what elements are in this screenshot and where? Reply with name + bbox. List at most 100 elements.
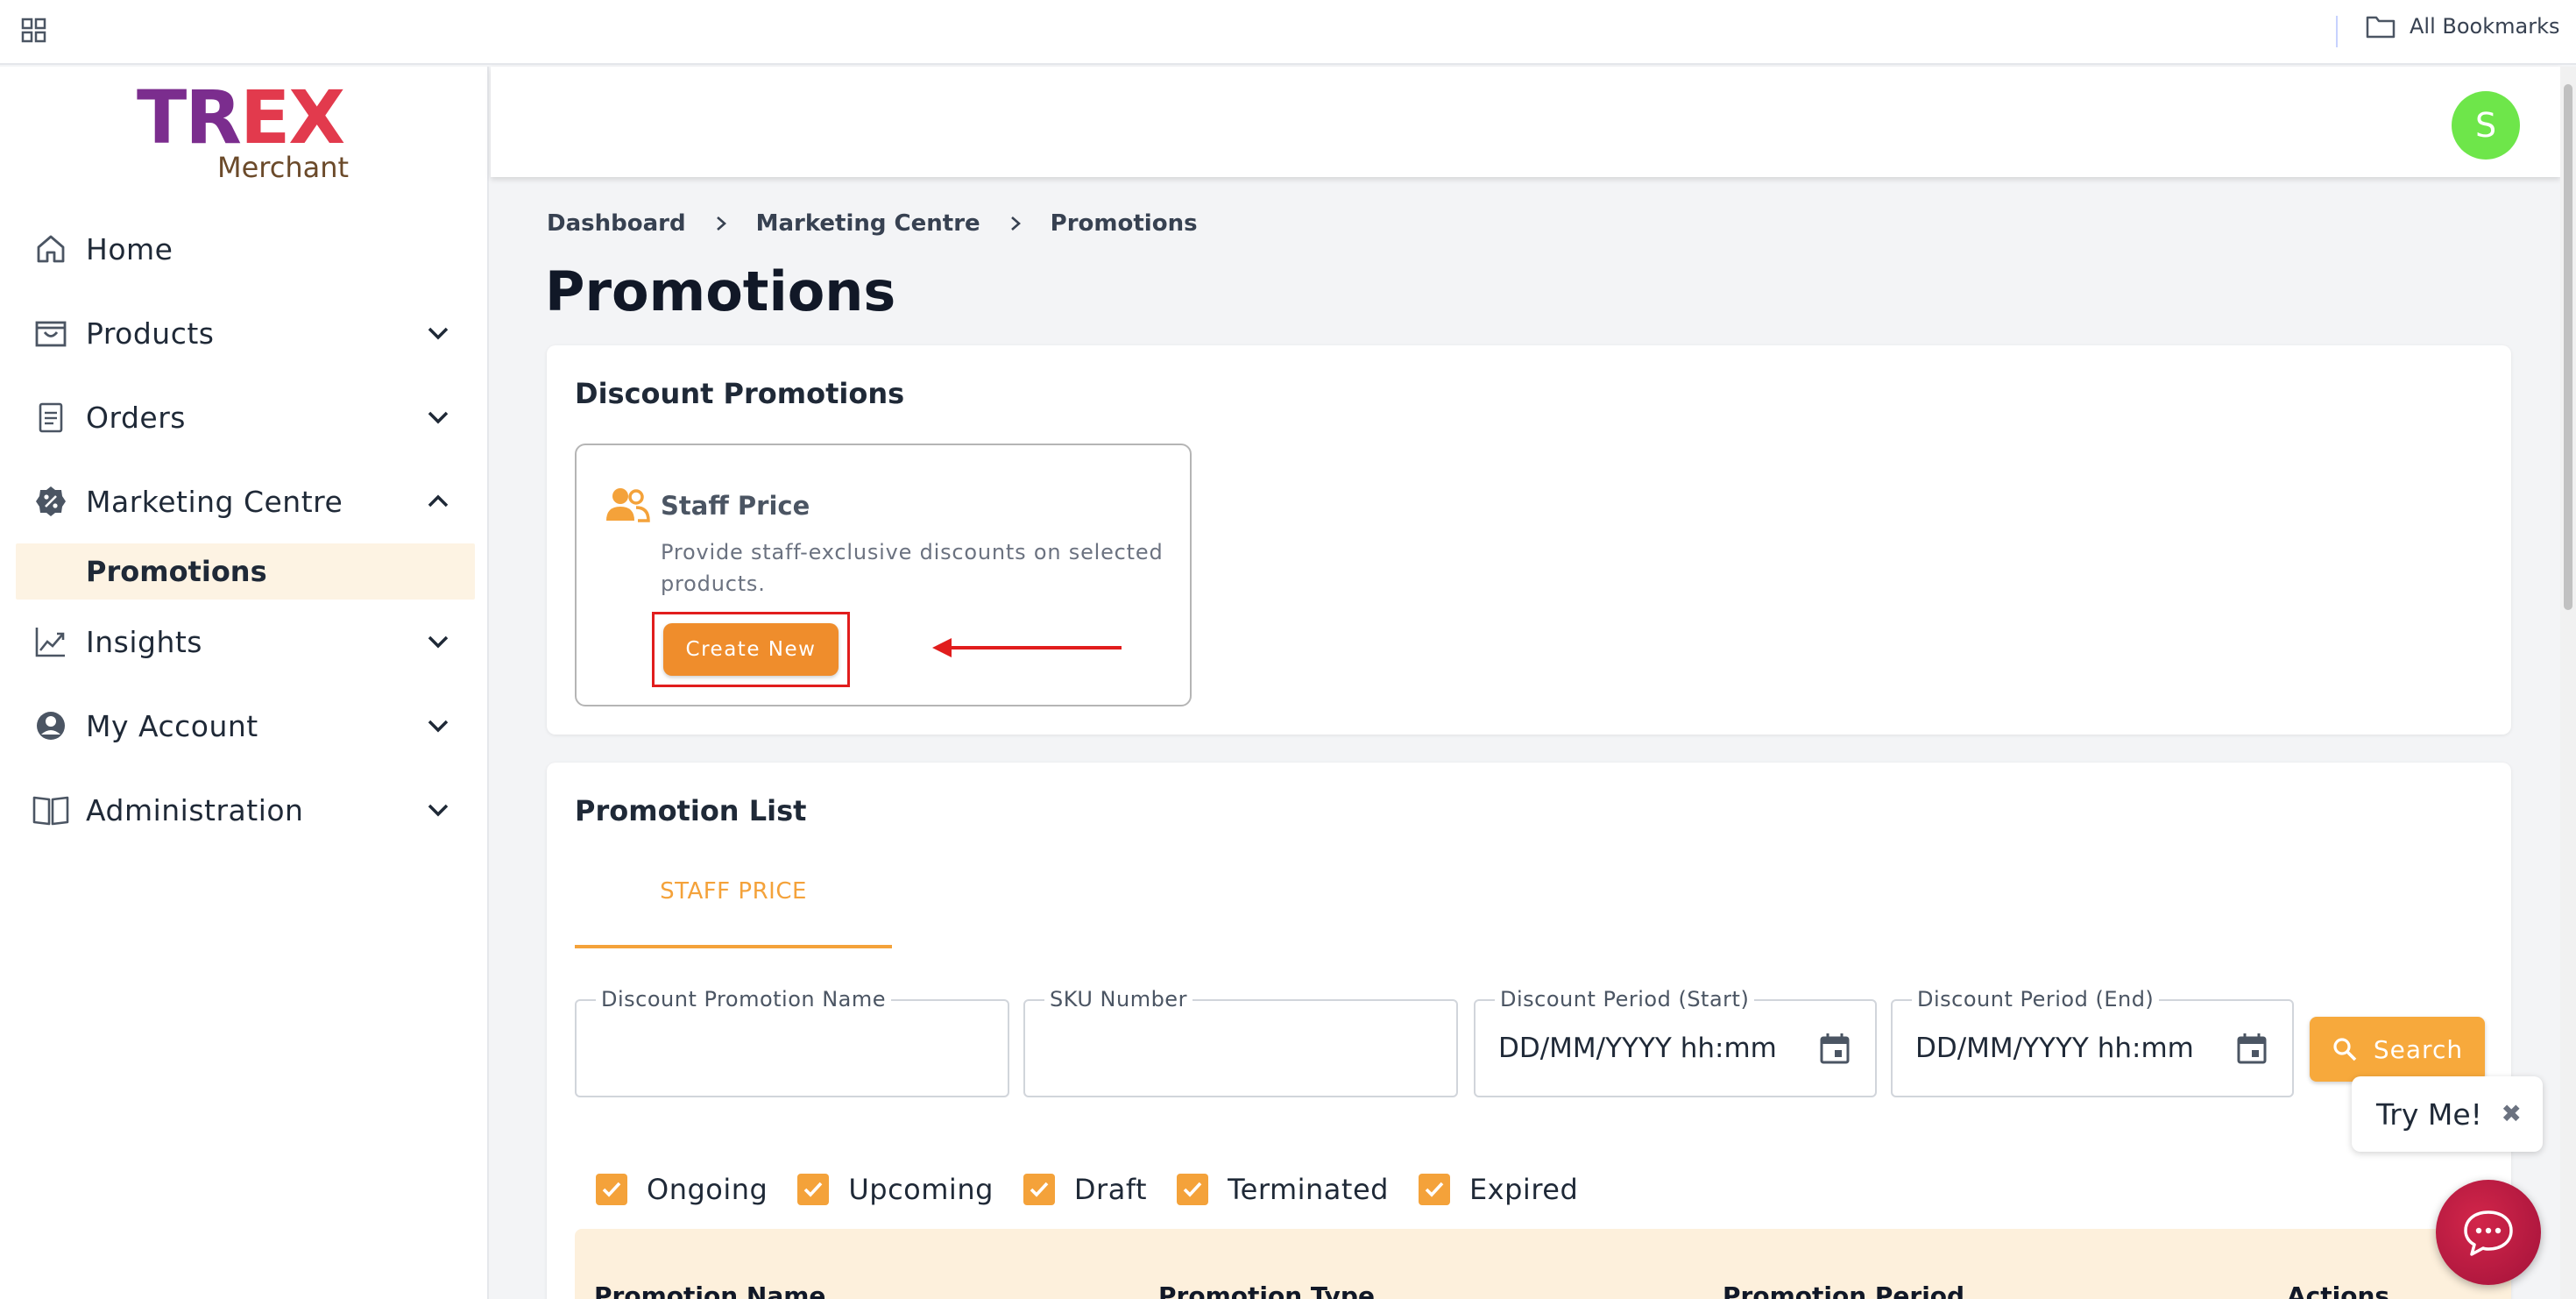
sidebar-subitem-promotions[interactable]: Promotions — [16, 543, 475, 600]
sidebar-item-insights[interactable]: Insights — [0, 600, 489, 684]
create-new-button[interactable]: Create New — [663, 623, 839, 676]
promotion-list-card: Promotion List STAFF PRICE Discount Prom… — [547, 763, 2511, 1299]
tab-staff-price[interactable]: STAFF PRICE — [575, 878, 892, 948]
page-title: Promotions — [545, 259, 896, 323]
people-icon — [606, 488, 650, 522]
checkbox-checked-icon[interactable] — [1177, 1174, 1209, 1205]
sidebar: TREX Merchant Home Products Orders Marke… — [0, 67, 489, 1299]
sidebar-item-label: Products — [86, 316, 215, 351]
sidebar-item-label: Orders — [86, 400, 186, 435]
chat-button[interactable] — [2436, 1180, 2541, 1285]
sku-number-input[interactable]: SKU Number — [1023, 987, 1458, 1097]
account-circle-icon — [32, 706, 70, 745]
shopping-bag-icon — [32, 314, 70, 352]
checkbox-label: Expired — [1468, 1173, 1579, 1206]
calendar-icon[interactable] — [2234, 1031, 2269, 1066]
column-header-period: Promotion Period — [1723, 1281, 1965, 1299]
sidebar-item-marketing-centre[interactable]: Marketing Centre — [0, 459, 489, 543]
sidebar-item-label: Home — [86, 231, 173, 266]
scrollbar-thumb[interactable] — [2564, 84, 2572, 610]
promotion-list-title: Promotion List — [575, 794, 807, 827]
checkbox-checked-icon[interactable] — [1418, 1174, 1450, 1205]
breadcrumb-dashboard[interactable]: Dashboard — [547, 210, 686, 237]
try-me-bubble[interactable]: Try Me! ✖ — [2352, 1076, 2543, 1152]
sidebar-nav: Home Products Orders Marketing Centre Pr… — [0, 207, 489, 852]
annotation-arrow-icon — [932, 638, 1122, 657]
search-icon — [2333, 1038, 2357, 1061]
breadcrumb: Dashboard Marketing Centre Promotions — [547, 210, 1198, 237]
clipboard-icon — [32, 398, 70, 437]
breadcrumb-promotions: Promotions — [1050, 210, 1198, 237]
staff-price-title: Staff Price — [661, 491, 810, 521]
calendar-icon[interactable] — [1817, 1031, 1852, 1066]
chevron-down-icon[interactable] — [424, 628, 452, 656]
book-icon — [32, 791, 70, 829]
chevron-down-icon[interactable] — [424, 712, 452, 740]
avatar[interactable]: S — [2452, 91, 2520, 160]
apps-grid-icon[interactable] — [21, 18, 47, 44]
checkbox-checked-icon[interactable] — [797, 1174, 830, 1205]
search-button[interactable]: Search — [2310, 1017, 2485, 1082]
checkbox-label: Terminated — [1228, 1173, 1389, 1206]
chevron-right-icon — [716, 216, 726, 231]
trending-up-icon — [32, 622, 70, 661]
discount-promotions-card: Discount Promotions Staff Price Provide … — [547, 345, 2511, 735]
logo-wordmark: TREX — [137, 75, 345, 160]
chevron-down-icon[interactable] — [424, 319, 452, 347]
breadcrumb-marketing-centre[interactable]: Marketing Centre — [756, 210, 980, 237]
chevron-up-icon[interactable] — [424, 487, 452, 515]
column-header-actions: Actions — [2287, 1281, 2390, 1299]
search-button-label: Search — [2373, 1034, 2464, 1064]
sidebar-item-administration[interactable]: Administration — [0, 768, 489, 852]
sidebar-item-products[interactable]: Products — [0, 291, 489, 375]
field-label: Discount Promotion Name — [596, 987, 892, 1012]
status-checkbox-terminated[interactable]: Terminated — [1177, 1173, 1389, 1206]
staff-price-description: Provide staff-exclusive discounts on sel… — [661, 540, 1164, 596]
chevron-down-icon[interactable] — [424, 403, 452, 431]
folder-icon — [2366, 16, 2396, 39]
tab-indicator — [575, 945, 892, 948]
checkbox-label: Upcoming — [848, 1173, 994, 1206]
checkbox-checked-icon[interactable] — [596, 1174, 627, 1205]
checkbox-label: Ongoing — [647, 1173, 768, 1206]
status-checkbox-upcoming[interactable]: Upcoming — [797, 1173, 994, 1206]
chevron-down-icon[interactable] — [424, 796, 452, 824]
top-header: S — [491, 67, 2560, 177]
chat-bubble-icon — [2464, 1210, 2513, 1256]
status-filter-group: Ongoing Upcoming Draft Terminated Expire… — [596, 1173, 1608, 1206]
highlight-box: Create New — [652, 612, 850, 687]
close-icon[interactable]: ✖ — [2502, 1099, 2522, 1128]
bookmark-divider — [2336, 16, 2338, 47]
discount-promotions-title: Discount Promotions — [575, 377, 905, 410]
field-label: Discount Period (Start) — [1495, 987, 1755, 1012]
status-checkbox-ongoing[interactable]: Ongoing — [596, 1173, 768, 1206]
checkbox-checked-icon[interactable] — [1023, 1174, 1055, 1205]
sidebar-subitem-label: Promotions — [86, 555, 267, 588]
sidebar-item-label: Marketing Centre — [86, 484, 343, 519]
sidebar-item-orders[interactable]: Orders — [0, 375, 489, 459]
sidebar-item-my-account[interactable]: My Account — [0, 684, 489, 768]
all-bookmarks-label: All Bookmarks — [2410, 14, 2560, 39]
status-checkbox-draft[interactable]: Draft — [1023, 1173, 1147, 1206]
try-me-label: Try Me! — [2376, 1097, 2482, 1132]
page-scrollbar[interactable] — [2560, 67, 2576, 1299]
bookmark-bar: All Bookmarks — [0, 0, 2576, 65]
all-bookmarks-button[interactable]: All Bookmarks — [2366, 14, 2559, 39]
sidebar-item-home[interactable]: Home — [0, 207, 489, 291]
field-placeholder: DD/MM/YYYY hh:mm — [1498, 1033, 1777, 1064]
trex-logo[interactable]: TREX Merchant — [137, 81, 364, 186]
discount-start-input[interactable]: Discount Period (Start) DD/MM/YYYY hh:mm — [1474, 987, 1877, 1097]
checkbox-label: Draft — [1073, 1173, 1148, 1206]
sidebar-item-label: Insights — [86, 624, 203, 659]
status-checkbox-expired[interactable]: Expired — [1418, 1173, 1579, 1206]
sidebar-item-label: My Account — [86, 708, 258, 743]
promotion-name-input[interactable]: Discount Promotion Name — [575, 987, 1009, 1097]
field-label: SKU Number — [1044, 987, 1192, 1012]
discount-end-input[interactable]: Discount Period (End) DD/MM/YYYY hh:mm — [1891, 987, 2294, 1097]
chevron-right-icon — [1010, 216, 1021, 231]
staff-price-card: Staff Price Provide staff-exclusive disc… — [575, 444, 1192, 706]
discount-badge-icon — [32, 482, 70, 521]
sidebar-item-label: Administration — [86, 792, 304, 827]
home-icon — [32, 230, 70, 268]
tab-label: STAFF PRICE — [660, 878, 807, 905]
